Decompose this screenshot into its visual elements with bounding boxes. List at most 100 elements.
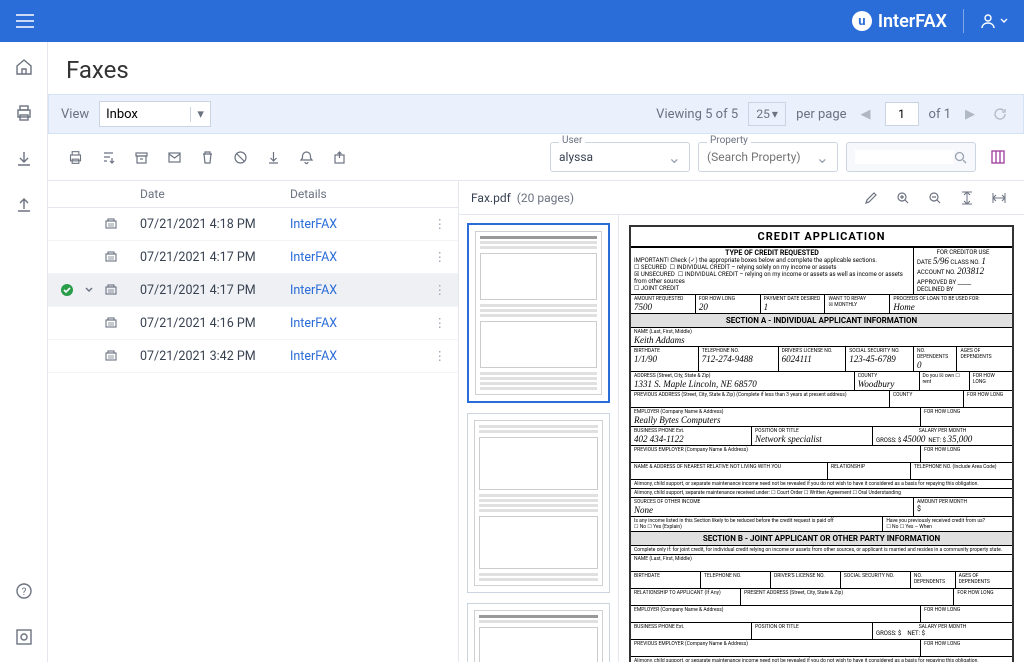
fax-row[interactable]: 07/21/2021 4:17 PM InterFAX ⋮ (48, 241, 458, 274)
view-bar: View ▾ Viewing 5 of 5 25 ▾ per page ◀ of… (48, 94, 1024, 134)
toolbar: User ⌄ Property ⌄ (48, 134, 1024, 181)
view-label: View (61, 107, 89, 122)
col-details-header[interactable]: Details (290, 187, 446, 201)
row-details-link[interactable]: InterFAX (290, 250, 426, 265)
row-date: 07/21/2021 4:17 PM (140, 250, 290, 265)
search-field[interactable] (846, 142, 976, 172)
expand-icon[interactable] (84, 285, 104, 295)
view-select[interactable]: ▾ (99, 101, 211, 127)
user-filter[interactable]: User ⌄ (550, 142, 690, 172)
fit-width-icon[interactable] (986, 191, 1012, 205)
hamburger-menu-icon[interactable] (16, 14, 34, 28)
fax-icon (104, 283, 140, 297)
trash-icon[interactable] (200, 150, 215, 165)
page-number-input[interactable] (885, 102, 919, 126)
divider (963, 9, 964, 33)
upload-icon[interactable] (15, 196, 33, 214)
viewing-count: Viewing 5 of 5 (656, 107, 738, 122)
fax-row[interactable]: 07/21/2021 4:16 PM InterFAX ⋮ (48, 307, 458, 340)
thumbnail-strip[interactable] (459, 215, 619, 662)
user-menu[interactable] (980, 13, 1008, 29)
share-icon[interactable] (332, 150, 347, 165)
archive-icon[interactable] (134, 150, 149, 165)
fax-icon (104, 316, 140, 330)
chevron-down-icon (1000, 17, 1008, 25)
of-pages: of 1 (929, 107, 951, 122)
preview-page-count: (20 pages) (517, 191, 574, 205)
search-icon[interactable] (954, 151, 967, 164)
preview-panel: Fax.pdf (20 pages) (458, 181, 1024, 662)
preview-header: Fax.pdf (20 pages) (459, 181, 1024, 215)
doc-title: CREDIT APPLICATION (631, 227, 1012, 248)
row-checkbox[interactable] (60, 283, 84, 297)
download-icon[interactable] (266, 150, 281, 165)
sort-icon[interactable] (101, 150, 116, 165)
zoom-out-icon[interactable] (922, 191, 948, 205)
left-rail: ? (0, 42, 48, 662)
row-menu-icon[interactable]: ⋮ (426, 216, 446, 232)
col-date-header[interactable]: Date (140, 187, 290, 201)
per-page-select[interactable]: 25 ▾ (748, 102, 786, 126)
fax-icon (104, 250, 140, 264)
row-menu-icon[interactable]: ⋮ (426, 348, 446, 364)
brand-logo: u InterFAX (852, 11, 947, 32)
edit-icon[interactable] (858, 191, 884, 205)
brand-name: InterFAX (878, 11, 947, 32)
chevron-down-icon[interactable]: ⌄ (816, 148, 829, 167)
home-icon[interactable] (15, 58, 33, 76)
page-title: Faxes (48, 42, 1024, 94)
row-details-link[interactable]: InterFAX (290, 217, 426, 232)
fax-row[interactable]: 07/21/2021 4:17 PM InterFAX ⋮ (48, 274, 458, 307)
download-icon[interactable] (15, 150, 33, 168)
property-filter-label: Property (707, 135, 751, 146)
search-input[interactable] (855, 150, 954, 164)
row-menu-icon[interactable]: ⋮ (426, 282, 446, 298)
user-filter-label: User (559, 135, 585, 146)
thumbnail-page[interactable] (467, 413, 610, 593)
brand-icon: u (852, 11, 872, 31)
bell-icon[interactable] (299, 150, 314, 165)
property-filter[interactable]: Property ⌄ (698, 142, 838, 172)
refresh-icon[interactable] (989, 107, 1011, 121)
svg-text:?: ? (21, 587, 26, 598)
print-icon[interactable] (15, 104, 33, 122)
block-icon[interactable] (233, 150, 248, 165)
chevron-down-icon[interactable]: ⌄ (668, 148, 681, 167)
user-filter-input[interactable] (559, 150, 668, 164)
thumbnail-page[interactable] (467, 603, 610, 662)
list-header: Date Details (48, 181, 458, 208)
fax-row[interactable]: 07/21/2021 3:42 PM InterFAX ⋮ (48, 340, 458, 373)
columns-toggle-icon[interactable] (984, 149, 1012, 165)
chevron-down-icon[interactable]: ▾ (190, 107, 210, 122)
fax-list: Date Details 07/21/2021 4:18 PM InterFAX… (48, 181, 458, 662)
mail-icon[interactable] (167, 150, 182, 165)
row-date: 07/21/2021 4:16 PM (140, 316, 290, 331)
fax-icon (104, 349, 140, 363)
row-details-link[interactable]: InterFAX (290, 349, 426, 364)
next-page-icon[interactable]: ▶ (961, 107, 979, 122)
thumbnail-page[interactable] (467, 223, 610, 403)
top-bar: u InterFAX (0, 0, 1024, 42)
property-filter-input[interactable] (707, 150, 816, 164)
prev-page-icon[interactable]: ◀ (857, 107, 875, 122)
row-date: 07/21/2021 4:18 PM (140, 217, 290, 232)
row-menu-icon[interactable]: ⋮ (426, 315, 446, 331)
help-icon[interactable]: ? (15, 582, 33, 600)
user-icon (980, 13, 996, 29)
fit-height-icon[interactable] (954, 191, 980, 205)
document-viewer[interactable]: CREDIT APPLICATION TYPE OF CREDIT REQUES… (619, 215, 1024, 662)
fax-icon (104, 217, 140, 231)
row-details-link[interactable]: InterFAX (290, 316, 426, 331)
row-date: 07/21/2021 4:17 PM (140, 283, 290, 298)
print-icon[interactable] (68, 150, 83, 165)
settings-icon[interactable] (15, 628, 33, 646)
fax-row[interactable]: 07/21/2021 4:18 PM InterFAX ⋮ (48, 208, 458, 241)
view-input[interactable] (100, 107, 190, 122)
document-page: CREDIT APPLICATION TYPE OF CREDIT REQUES… (629, 225, 1014, 662)
row-menu-icon[interactable]: ⋮ (426, 249, 446, 265)
per-page-label: per page (796, 107, 846, 122)
row-date: 07/21/2021 3:42 PM (140, 349, 290, 364)
preview-filename: Fax.pdf (471, 191, 511, 205)
row-details-link[interactable]: InterFAX (290, 283, 426, 298)
zoom-in-icon[interactable] (890, 191, 916, 205)
